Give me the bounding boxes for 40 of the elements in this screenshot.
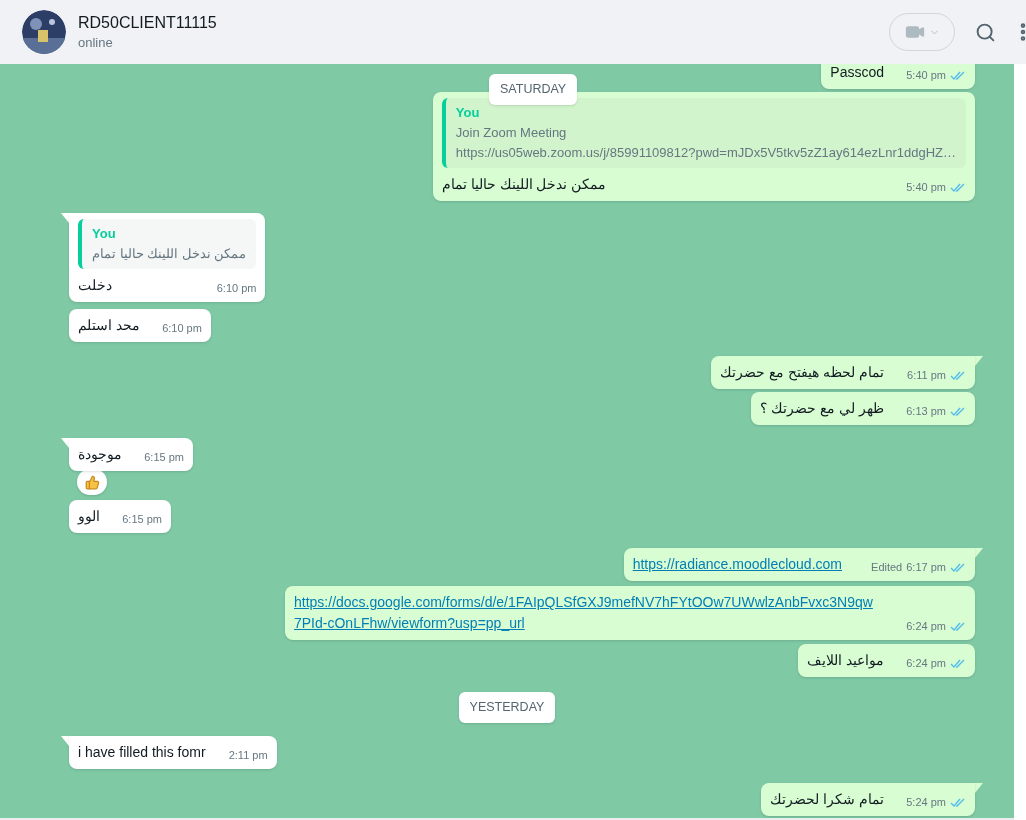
- message-time: 6:24 pm: [906, 619, 946, 634]
- message-text: تمام لحظه هيفتح مع حضرتك: [720, 364, 884, 380]
- quoted-message[interactable]: You Join Zoom Meeting https://us05web.zoom.us/j/85991109812?pwd=mJDx5V5tkv5zZ1ay614ezLnr1ddgHZ…: [441, 98, 966, 168]
- thumbs-up-icon: [84, 474, 100, 490]
- contact-name[interactable]: RD50CLIENT11115: [78, 11, 217, 33]
- message-link[interactable]: https://docs.google.com/forms/d/e/1FAIpQLSfGXJ9mefNV7hFYtOOw7UWwlzAnbFvxc3N9qw7PId-cOnLFhw/viewform?usp=pp_url: [294, 592, 874, 634]
- message-time: 6:15 pm: [144, 450, 184, 465]
- message-time: 6:17 pm: [906, 560, 946, 575]
- date-separator: YESTERDAY: [458, 692, 556, 723]
- quote-author: You: [455, 104, 481, 122]
- message-time: 6:10 pm: [216, 281, 257, 296]
- message-text: محد استلم: [78, 317, 140, 333]
- message-time: 5:24 pm: [906, 794, 946, 810]
- contact-status: online: [78, 33, 114, 52]
- message-text: مواعيد اللايف: [807, 652, 884, 668]
- message-time: 5:40 pm: [906, 180, 946, 195]
- message-link[interactable]: https://radiance.moodlecloud.com: [632, 554, 842, 575]
- message-text: ظهر لي مع حضرتك ؟: [760, 400, 884, 416]
- reaction-badge[interactable]: [77, 469, 107, 495]
- message-time: 6:11 pm: [907, 368, 946, 383]
- date-separator: SATURDAY: [489, 74, 578, 105]
- search-icon: [974, 21, 996, 43]
- quote-text: https://us05web.zoom.us/j/85991109812?pwd=mJDx5V5tkv5zZ1ay614ezLnr1ddgHZ…: [455, 144, 956, 162]
- message-time: 5:40 pm: [906, 68, 946, 83]
- message-text: ممكن ندخل اللينك حاليا تمام: [441, 176, 607, 192]
- message-text: Passcod: [830, 64, 884, 80]
- message-text: موجودة: [78, 446, 122, 462]
- message-time: 2:11 pm: [228, 747, 268, 763]
- message-text: دخلت: [78, 277, 112, 293]
- message-time: 6:24 pm: [906, 656, 946, 671]
- message-text: i have filled this fomr: [78, 743, 206, 760]
- quote-text: ممكن ندخل اللينك حاليا تمام: [92, 245, 247, 264]
- edited-label: Edited: [871, 560, 903, 575]
- message-time: 6:10 pm: [162, 321, 202, 336]
- message-text: الوو: [78, 508, 100, 524]
- quote-text: Join Zoom Meeting: [455, 124, 568, 142]
- message-text: تمام شكرا لحضرتك: [770, 790, 884, 807]
- message-time: 6:15 pm: [122, 512, 162, 527]
- message-time: 6:13 pm: [906, 404, 946, 419]
- quote-author: You: [92, 225, 117, 243]
